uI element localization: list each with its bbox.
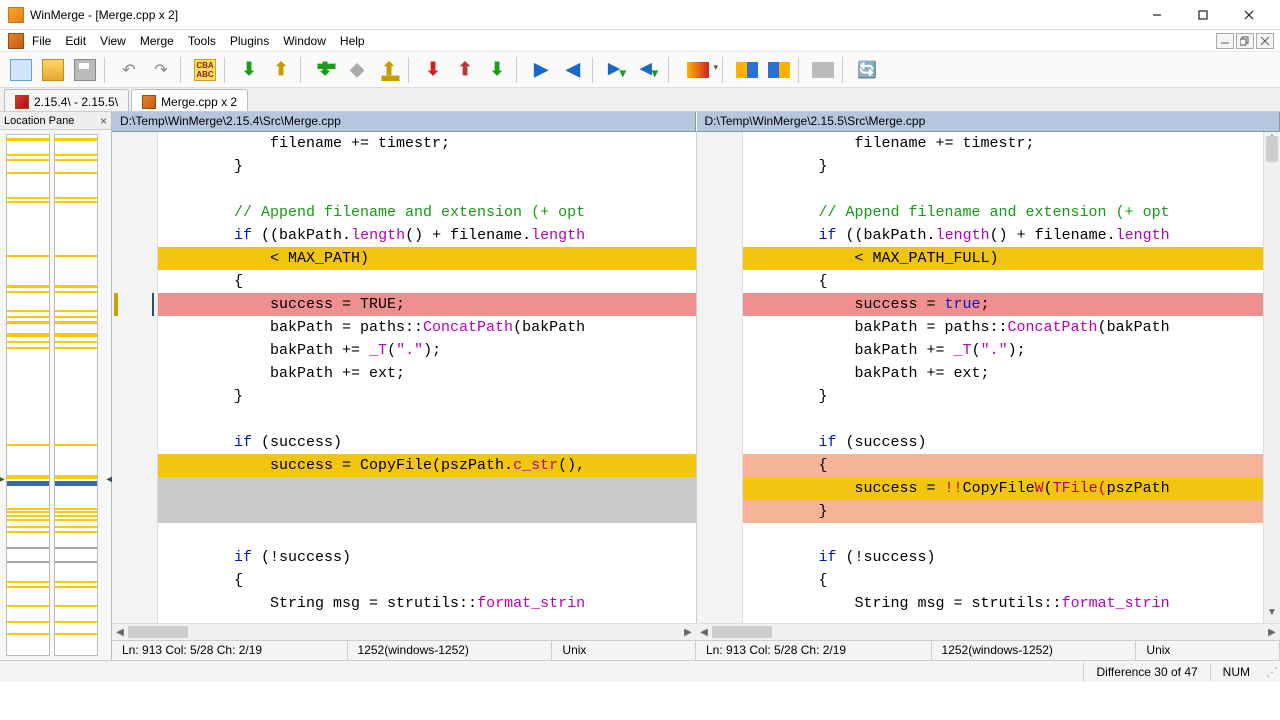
mdi-minimize-button[interactable]	[1216, 33, 1234, 49]
copy-right-advance-button[interactable]: ▶▾	[602, 55, 632, 85]
location-pane-close-icon[interactable]: ×	[100, 114, 107, 128]
find-replace-button[interactable]: CBAABC	[190, 55, 220, 85]
prev-diff-button[interactable]: ⬆	[266, 55, 296, 85]
file-compare-icon	[142, 95, 156, 109]
new-button[interactable]	[6, 55, 36, 85]
menu-view[interactable]: View	[100, 34, 126, 48]
menu-plugins[interactable]: Plugins	[230, 34, 269, 48]
all-left-button[interactable]	[764, 55, 794, 85]
left-h-scrollbar[interactable]: ◀▶	[112, 624, 696, 640]
next-conflict-button[interactable]: ⬇	[418, 55, 448, 85]
app-status-bar: Difference 30 of 47 NUM ⋰	[0, 660, 1280, 682]
mdi-restore-button[interactable]	[1236, 33, 1254, 49]
window-title: WinMerge - [Merge.cpp x 2]	[30, 8, 1134, 22]
minimize-button[interactable]	[1134, 0, 1180, 30]
diff-area: D:\Temp\WinMerge\2.15.4\Src\Merge.cpp D:…	[112, 112, 1280, 660]
save-button[interactable]	[70, 55, 100, 85]
doc-icon	[8, 33, 24, 49]
copy-left-advance-button[interactable]: ◀▾	[634, 55, 664, 85]
auto-merge-button[interactable]	[808, 55, 838, 85]
menu-file[interactable]: File	[32, 34, 51, 48]
right-file-path[interactable]: D:\Temp\WinMerge\2.15.5\Src\Merge.cpp	[696, 112, 1280, 132]
title-bar: WinMerge - [Merge.cpp x 2]	[0, 0, 1280, 30]
copy-right-button[interactable]: ▶	[526, 55, 556, 85]
close-button[interactable]	[1226, 0, 1272, 30]
path-bar: D:\Temp\WinMerge\2.15.4\Src\Merge.cpp D:…	[112, 112, 1280, 132]
left-pane-status: Ln: 913 Col: 5/28 Ch: 2/19 1252(windows-…	[112, 641, 696, 660]
toolbar: ↶ ↷ CBAABC ⬇ ⬆ ⬇▬ ◆ ⬆▬ ⬇ ⬆ ⬇ ▶ ◀ ▶▾ ◀▾ 🔄	[0, 52, 1280, 88]
window-controls	[1134, 0, 1272, 30]
location-marker-left-icon: ▶	[0, 474, 5, 485]
left-cursor-pos: Ln: 913 Col: 5/28 Ch: 2/19	[112, 641, 348, 660]
doc-tab-1[interactable]: Merge.cpp x 2	[131, 89, 248, 111]
left-file-path[interactable]: D:\Temp\WinMerge\2.15.4\Src\Merge.cpp	[112, 112, 696, 132]
location-pane-body[interactable]: ▶ ◀	[0, 130, 111, 660]
folder-compare-icon	[15, 95, 29, 109]
open-button[interactable]	[38, 55, 68, 85]
menu: File Edit View Merge Tools Plugins Window Help	[32, 34, 365, 48]
doc-tab-label: Merge.cpp x 2	[161, 95, 237, 109]
next-diff-button[interactable]: ⬇	[234, 55, 264, 85]
last-diff-button[interactable]: ⬆▬	[374, 55, 404, 85]
vertical-scrollbar[interactable]: ▲ ▼	[1263, 132, 1280, 623]
diff-counter: Difference 30 of 47	[1083, 663, 1210, 681]
numlock-indicator: NUM	[1211, 663, 1262, 681]
undo-button[interactable]: ↶	[114, 55, 144, 85]
menu-help[interactable]: Help	[340, 34, 365, 48]
maximize-button[interactable]	[1180, 0, 1226, 30]
code-row: filename += timestr; } // Append filenam…	[112, 132, 1280, 623]
scroll-thumb[interactable]	[1266, 136, 1278, 162]
main-area: Location Pane × ▶ ◀ D:\Temp\WinMerge\2.1…	[0, 112, 1280, 660]
location-pane: Location Pane × ▶ ◀	[0, 112, 112, 660]
right-pane-status: Ln: 913 Col: 5/28 Ch: 2/19 1252(windows-…	[696, 641, 1280, 660]
refresh-button[interactable]: 🔄	[852, 55, 882, 85]
location-pane-title: Location Pane	[4, 115, 74, 127]
options-button[interactable]	[678, 55, 718, 85]
menu-merge[interactable]: Merge	[140, 34, 174, 48]
horizontal-scrollbars: ◀▶ ◀▶	[112, 623, 1280, 640]
app-icon	[8, 7, 24, 23]
redo-button[interactable]: ↷	[146, 55, 176, 85]
scroll-down-icon[interactable]: ▼	[1264, 607, 1280, 623]
menu-edit[interactable]: Edit	[65, 34, 86, 48]
all-right-button[interactable]	[732, 55, 762, 85]
pane-status-bar: Ln: 913 Col: 5/28 Ch: 2/19 1252(windows-…	[112, 640, 1280, 660]
copy-left-button[interactable]: ◀	[558, 55, 588, 85]
location-pane-header: Location Pane ×	[0, 112, 111, 130]
menu-bar: File Edit View Merge Tools Plugins Window Help	[0, 30, 1280, 52]
prev-conflict-button[interactable]: ⬆	[450, 55, 480, 85]
location-strip-right[interactable]	[54, 134, 98, 656]
right-encoding: 1252(windows-1252)	[932, 641, 1137, 660]
right-code-pane: filename += timestr; } // Append filenam…	[697, 132, 1280, 623]
current-diff-button[interactable]: ◆	[342, 55, 372, 85]
right-code[interactable]: filename += timestr; } // Append filenam…	[743, 132, 1280, 623]
left-eol: Unix	[552, 641, 696, 660]
first-diff-button[interactable]: ⬇▬	[310, 55, 340, 85]
left-code[interactable]: filename += timestr; } // Append filenam…	[158, 132, 696, 623]
left-code-pane: filename += timestr; } // Append filenam…	[112, 132, 697, 623]
location-strip-left[interactable]	[6, 134, 50, 656]
right-h-scrollbar[interactable]: ◀▶	[696, 624, 1280, 640]
right-gutter	[697, 132, 743, 623]
right-eol: Unix	[1136, 641, 1280, 660]
resize-grip-icon[interactable]: ⋰	[1262, 665, 1280, 679]
menu-window[interactable]: Window	[283, 34, 326, 48]
right-cursor-pos: Ln: 913 Col: 5/28 Ch: 2/19	[696, 641, 932, 660]
mdi-close-button[interactable]	[1256, 33, 1274, 49]
goto-diff-button[interactable]: ⬇	[482, 55, 512, 85]
left-gutter	[112, 132, 158, 623]
document-tabs: 2.15.4\ - 2.15.5\ Merge.cpp x 2	[0, 88, 1280, 112]
doc-tab-label: 2.15.4\ - 2.15.5\	[34, 95, 118, 109]
doc-tab-0[interactable]: 2.15.4\ - 2.15.5\	[4, 89, 129, 111]
left-encoding: 1252(windows-1252)	[348, 641, 553, 660]
menu-tools[interactable]: Tools	[188, 34, 216, 48]
